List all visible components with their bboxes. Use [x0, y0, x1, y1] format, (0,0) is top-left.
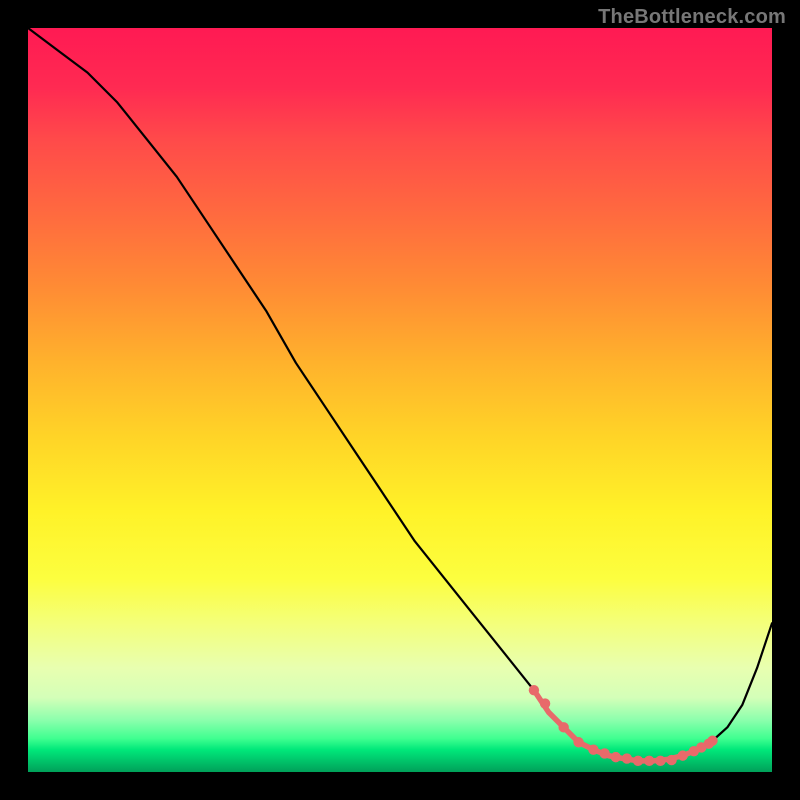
marker-dot	[633, 756, 643, 766]
marker-dot	[529, 685, 539, 695]
curve-layer	[28, 28, 772, 772]
marker-dot	[588, 744, 598, 754]
marker-dot	[558, 722, 568, 732]
marker-dot	[540, 698, 550, 708]
watermark-text: TheBottleneck.com	[598, 6, 786, 29]
marker-dot	[573, 737, 583, 747]
marker-dot	[655, 756, 665, 766]
marker-dot	[599, 748, 609, 758]
bottleneck-curve	[28, 28, 772, 761]
marker-dot	[622, 753, 632, 763]
marker-dot	[707, 736, 717, 746]
chart-frame: TheBottleneck.com	[0, 0, 800, 800]
marker-dot	[611, 752, 621, 762]
marker-dot	[644, 756, 654, 766]
marker-dot	[666, 755, 676, 765]
marker-dot	[678, 750, 688, 760]
